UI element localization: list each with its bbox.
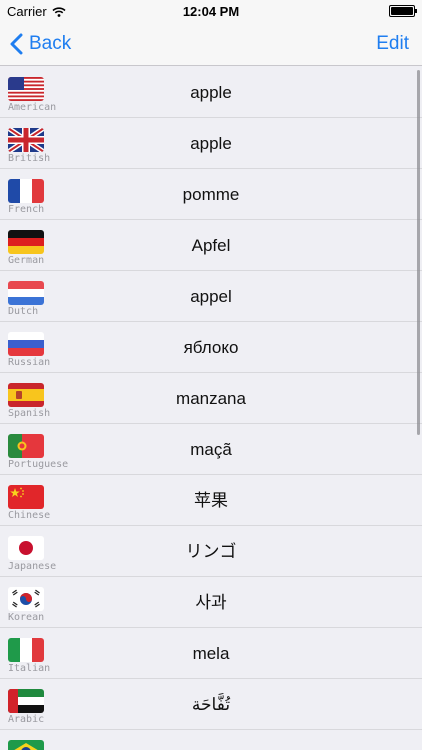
translated-word — [0, 730, 422, 750]
translated-word: Apfel — [191, 236, 231, 255]
translated-word: apple — [190, 83, 232, 102]
edit-button[interactable]: Edit — [376, 33, 409, 55]
translated-word: mela — [192, 644, 230, 663]
list-item[interactable]: Korean 사과 — [0, 577, 422, 628]
chevron-left-icon — [10, 33, 23, 55]
translated-word: appel — [190, 287, 232, 306]
navigation-bar: Back Edit — [0, 22, 422, 66]
translated-word: manzana — [176, 389, 246, 408]
list-item[interactable]: German Apfel — [0, 220, 422, 271]
translated-word: pomme — [182, 185, 240, 204]
back-button-label: Back — [29, 33, 72, 54]
list-item[interactable]: American apple — [0, 67, 422, 118]
list-item[interactable]: Russian яблоко — [0, 322, 422, 373]
battery-icon — [389, 5, 417, 17]
list-item[interactable]: Portuguese maçã — [0, 424, 422, 475]
list-item[interactable]: Italian mela — [0, 628, 422, 679]
status-time: 12:04 PM — [182, 4, 240, 19]
status-bar: Carrier 12:04 PM — [0, 0, 422, 22]
translated-word: maçã — [190, 440, 232, 459]
list-item[interactable]: Spanish manzana — [0, 373, 422, 424]
back-button[interactable]: Back — [10, 30, 71, 58]
list-item[interactable]: Chinese 苹果 — [0, 475, 422, 526]
translated-word: яблоко — [183, 338, 239, 357]
list-item[interactable]: Dutch appel — [0, 271, 422, 322]
translated-word: 사과 — [195, 593, 227, 612]
list-item[interactable]: British apple — [0, 118, 422, 169]
translated-word: 苹果 — [194, 491, 228, 510]
list-item[interactable]: Arabic تُفَّاحَة — [0, 679, 422, 730]
translation-list[interactable]: American apple British apple French pomm… — [0, 67, 422, 750]
scroll-indicator[interactable] — [417, 70, 420, 435]
translated-word: تُفَّاحَة — [191, 695, 231, 714]
list-item[interactable]: Japanese リンゴ — [0, 526, 422, 577]
list-item[interactable]: French pomme — [0, 169, 422, 220]
translated-word: apple — [190, 134, 232, 153]
list-item[interactable] — [0, 730, 422, 750]
translated-word: リンゴ — [185, 542, 237, 561]
